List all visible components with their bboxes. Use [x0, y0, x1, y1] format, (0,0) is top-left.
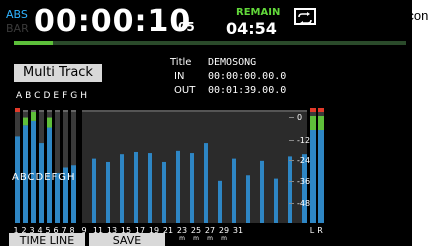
- track-meter-cap: [292, 110, 307, 112]
- level-meters: 0-12-24-36-481 2 3 4 5 6 7 8 9 11 13 15 17 19 21 23 25 27…: [13, 108, 324, 242]
- channel-number: 31: [233, 226, 243, 235]
- track-meter-cap: [222, 110, 237, 112]
- meter-cap: [39, 110, 44, 112]
- stereo-peak-red: [318, 108, 324, 112]
- meter-fill: [39, 143, 44, 223]
- meter-cap: [31, 110, 36, 112]
- stereo-meter-fill: [318, 124, 324, 223]
- meter-scale-label: -36: [297, 177, 310, 186]
- track-meter-cap: [138, 110, 153, 112]
- meter-cap: [71, 110, 76, 112]
- timeline-button[interactable]: TIME LINE: [9, 233, 85, 246]
- channel-mono-mark: m: [179, 235, 185, 242]
- track-meter-cap: [124, 110, 139, 112]
- peak-indicator: [15, 108, 20, 112]
- repeat-icon-callout: Repeat icon: [359, 8, 429, 23]
- channel-number: 25: [191, 226, 201, 235]
- meter-scale-tick: [289, 140, 294, 141]
- channel-number: 29: [219, 226, 229, 235]
- track-meter-cap: [96, 110, 111, 112]
- callout-leader-line: [318, 16, 358, 17]
- track-meter-cap: [236, 110, 251, 112]
- track-meter-cap: [250, 110, 265, 112]
- meter-peak-green: [47, 117, 52, 128]
- channel-number: R: [317, 226, 323, 235]
- meter-scale-label: -24: [297, 156, 310, 165]
- meter-scale-label: 0: [297, 113, 302, 122]
- track-meter-cap: [180, 110, 195, 112]
- track-meter-cap: [110, 110, 125, 112]
- channel-number: L: [310, 226, 315, 235]
- track-meter-cap: [278, 110, 293, 112]
- meter-scale-tick: [289, 181, 294, 182]
- track-meter-cap: [166, 110, 181, 112]
- meter-scale-tick: [289, 117, 294, 118]
- meter-cap: [47, 110, 52, 112]
- channel-number: 27: [205, 226, 215, 235]
- track-meter-cap: [264, 110, 279, 112]
- track-meter-cap: [194, 110, 209, 112]
- stereo-peak-red: [310, 108, 316, 112]
- save-button[interactable]: SAVE: [89, 233, 165, 246]
- channel-mono-mark: m: [221, 235, 227, 242]
- meter-scale-tick: [289, 160, 294, 161]
- meter-peak-green: [31, 110, 36, 121]
- channel-number: 23: [177, 226, 187, 235]
- channel-mono-mark: m: [193, 235, 199, 242]
- meter-cap: [55, 110, 60, 112]
- track-meter-cap: [152, 110, 167, 112]
- track-meter-cap: [208, 110, 223, 112]
- stereo-meter-green: [318, 116, 324, 130]
- meter-cap: [23, 110, 28, 112]
- stereo-meter-green: [310, 116, 316, 130]
- meter-scale-label: -12: [297, 136, 310, 145]
- track-stripe-letters: ABCDEFGH: [12, 172, 76, 183]
- meter-scale-label: -48: [297, 199, 310, 208]
- channel-mono-mark: m: [207, 235, 213, 242]
- meter-scale-tick: [289, 203, 294, 204]
- meter-peak-green: [23, 117, 28, 126]
- track-meter-cap: [82, 110, 97, 112]
- recorder-screen: ABS BAR 00:00:10 05 REMAIN 04:54 Multi T…: [0, 0, 412, 246]
- stereo-meter-fill: [310, 124, 316, 223]
- meter-cap: [63, 110, 68, 112]
